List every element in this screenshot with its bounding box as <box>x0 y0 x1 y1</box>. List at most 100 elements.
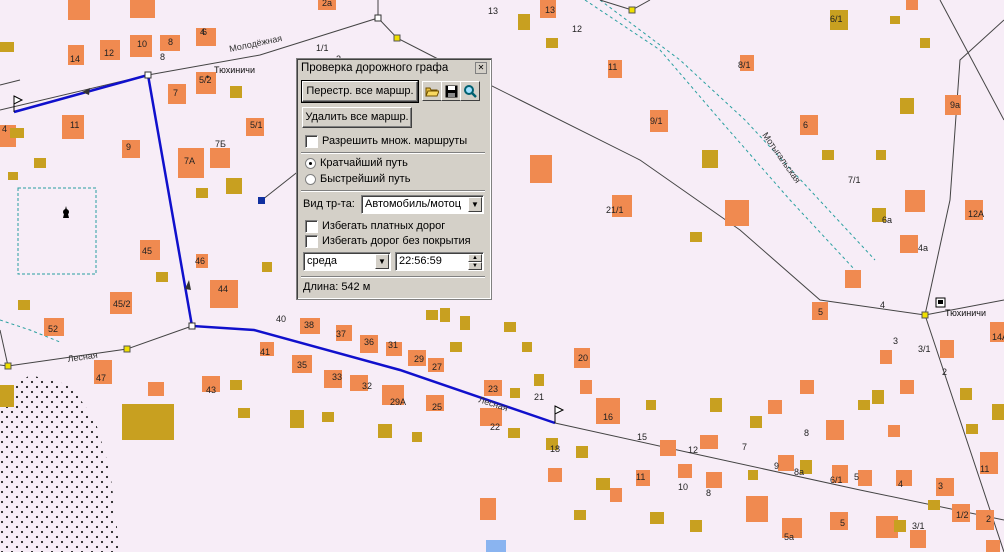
house-number-label: 10 <box>137 39 147 49</box>
fastest-path-label: Быстрейший путь <box>320 173 411 185</box>
allow-multiple-routes-checkbox[interactable]: Разрешить множ. маршруты <box>305 134 467 148</box>
house-number-label: 4а <box>918 243 928 253</box>
house-number-label: 6а <box>882 215 892 225</box>
spin-down-icon[interactable]: ▼ <box>468 262 482 270</box>
house-number-label: 21/1 <box>606 205 624 215</box>
house-number-label: 5 <box>840 518 845 528</box>
route-length: Длина: 542 м <box>303 281 371 293</box>
house-number-label: 2 <box>942 367 947 377</box>
house-number-label: 5а <box>784 532 794 542</box>
house-number-label: 41 <box>260 347 270 357</box>
house-number-label: 37 <box>336 329 346 339</box>
house-number-label: 7/1 <box>848 175 861 185</box>
road-node-white <box>374 14 382 22</box>
delete-routes-button[interactable]: Удалить все маршр. <box>302 107 412 128</box>
separator <box>301 190 485 192</box>
house-number-label: 3 <box>938 481 943 491</box>
house-number-label: 3/1 <box>912 521 925 531</box>
house-number-label: 43 <box>206 385 216 395</box>
house-number-label: 9 <box>774 461 779 471</box>
house-number-label: 8а <box>794 467 804 477</box>
avoid-unpaved-label: Избегать дорог без покрытия <box>322 235 471 247</box>
house-number-label: 47 <box>96 373 106 383</box>
house-number-label: 9/1 <box>650 116 663 126</box>
house-number-label: 16 <box>603 412 613 422</box>
house-number-label: 12 <box>572 24 582 34</box>
house-number-label: 33 <box>332 372 342 382</box>
house-number-label: 6/1 <box>830 475 843 485</box>
house-number-label: 8 <box>160 52 165 62</box>
time-input[interactable]: 22:56:59 ▲ ▼ <box>395 252 484 271</box>
rebuild-routes-button[interactable]: Перестр. все маршр. <box>301 80 419 103</box>
house-number-label: 4 <box>898 479 903 489</box>
chevron-down-icon[interactable]: ▼ <box>468 197 482 212</box>
house-number-label: 7А <box>184 156 195 166</box>
house-number-label: 6/1 <box>830 14 843 24</box>
route-check-dialog: Проверка дорожного графа ✕ Перестр. все … <box>296 58 492 300</box>
house-number-label: 4 <box>2 124 7 134</box>
house-number-label: 8 <box>804 428 809 438</box>
separator <box>301 276 485 278</box>
house-number-label: 7 <box>742 442 747 452</box>
day-select[interactable]: среда ▼ <box>303 252 391 271</box>
house-number-label: 11 <box>980 464 989 474</box>
house-number-label: 20 <box>578 353 588 363</box>
house-number-label: 46 <box>195 256 205 266</box>
fastest-path-radio[interactable]: Быстрейший путь <box>305 172 410 186</box>
house-number-label: 13 <box>545 5 555 15</box>
house-number-label: 8 <box>168 37 173 47</box>
house-number-label: 1/1 <box>316 43 329 53</box>
place-label: Тюхиничи <box>945 308 986 318</box>
allow-multiple-routes-label: Разрешить множ. маршруты <box>322 135 468 147</box>
house-number-label: 3/1 <box>918 344 931 354</box>
house-number-label: 29 <box>414 354 424 364</box>
house-number-label: 18 <box>550 444 560 454</box>
shortest-path-radio[interactable]: Кратчайший путь <box>305 156 408 170</box>
house-number-label: 1/2 <box>956 510 969 520</box>
house-number-label: 21 <box>534 392 544 402</box>
avoid-unpaved-checkbox[interactable]: Избегать дорог без покрытия <box>305 234 471 248</box>
vehicle-type-label: Вид тр-та: <box>303 198 355 210</box>
bus-stop-icon <box>935 297 946 308</box>
vehicle-type-value: Автомобиль/мотоц <box>365 198 462 210</box>
house-number-label: 7Б <box>215 139 226 149</box>
time-value: 22:56:59 <box>399 255 442 267</box>
house-number-label: 22 <box>490 422 500 432</box>
house-number-label: 7 <box>173 88 178 98</box>
place-label: Тюхиничи <box>214 65 255 75</box>
house-number-label: 36 <box>364 337 374 347</box>
house-number-label: 5 <box>818 307 823 317</box>
building-blue <box>486 540 506 552</box>
save-disk-icon[interactable] <box>441 81 461 101</box>
house-number-label: 27 <box>432 362 442 372</box>
house-number-label: 45/2 <box>113 299 131 309</box>
house-number-label: 2 <box>986 514 991 524</box>
house-number-label: 29А <box>390 397 406 407</box>
house-number-label: 5/1 <box>250 120 263 130</box>
chevron-down-icon[interactable]: ▼ <box>375 254 389 269</box>
house-number-label: 14А <box>992 332 1004 342</box>
house-number-label: 12 <box>688 445 698 455</box>
open-folder-icon[interactable] <box>422 81 442 101</box>
house-number-label: 23 <box>488 384 498 394</box>
house-number-label: 10 <box>678 482 688 492</box>
close-icon[interactable]: ✕ <box>475 62 487 74</box>
house-number-label: 8/1 <box>738 60 751 70</box>
house-number-label: 5/2 <box>199 75 212 85</box>
dialog-title: Проверка дорожного графа <box>299 61 489 75</box>
house-number-label: 3 <box>893 336 898 346</box>
map-canvas[interactable]: • Молодёжная Лесная Лесная Мотыгальская … <box>0 0 1004 552</box>
house-number-label: 11 <box>70 120 79 130</box>
day-value: среда <box>307 255 338 267</box>
house-number-label: 15 <box>637 432 647 442</box>
search-magnifier-icon[interactable] <box>460 81 480 101</box>
house-number-label: 9 <box>126 142 131 152</box>
spin-up-icon[interactable]: ▲ <box>468 254 482 262</box>
house-number-label: 13 <box>488 6 498 16</box>
separator <box>301 152 485 154</box>
avoid-toll-checkbox[interactable]: Избегать платных дорог <box>305 219 445 233</box>
vehicle-type-select[interactable]: Автомобиль/мотоц ▼ <box>361 195 484 214</box>
blue-marker[interactable] <box>258 197 265 204</box>
house-number-label: 11 <box>636 472 645 482</box>
house-number-label: 25 <box>432 402 442 412</box>
